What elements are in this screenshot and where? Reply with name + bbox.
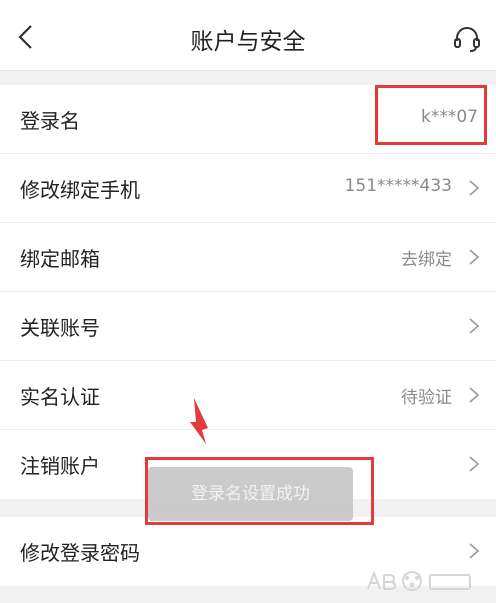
chevron-right-icon [469,318,480,334]
nav-header: 账户与安全 [0,0,496,71]
row-label: 修改绑定手机 [20,178,140,202]
chevron-right-icon [469,456,480,472]
row-linked-accounts[interactable]: 关联账号 [0,292,496,361]
row-label: 关联账号 [20,316,100,340]
row-label: 登录名 [20,109,80,133]
row-label: 实名认证 [20,385,100,409]
account-settings-list: 登录名 k***07 修改绑定手机 151*****433 绑定邮箱 去绑定 关… [0,85,496,499]
phone-value: 151*****433 [344,176,452,196]
row-bind-email[interactable]: 绑定邮箱 去绑定 [0,223,496,292]
row-real-name-verification[interactable]: 实名认证 待验证 [0,361,496,430]
row-label: 修改登录密码 [20,541,140,565]
annotation-box-login-name [375,85,487,145]
row-label: 注销账户 [20,454,100,478]
annotation-box-toast [145,457,374,525]
headset-icon[interactable] [452,24,482,54]
annotation-arrow-icon [190,398,208,444]
email-status-value: 去绑定 [401,250,452,270]
page-title: 账户与安全 [190,29,306,55]
chevron-right-icon [469,180,480,196]
watermark-logo-icon [367,570,471,591]
row-label: 绑定邮箱 [20,247,100,271]
chevron-right-icon [469,387,480,403]
row-change-phone[interactable]: 修改绑定手机 151*****433 [0,154,496,223]
chevron-right-icon [469,249,480,265]
chevron-right-icon [469,543,480,559]
verification-status-value: 待验证 [401,388,452,408]
